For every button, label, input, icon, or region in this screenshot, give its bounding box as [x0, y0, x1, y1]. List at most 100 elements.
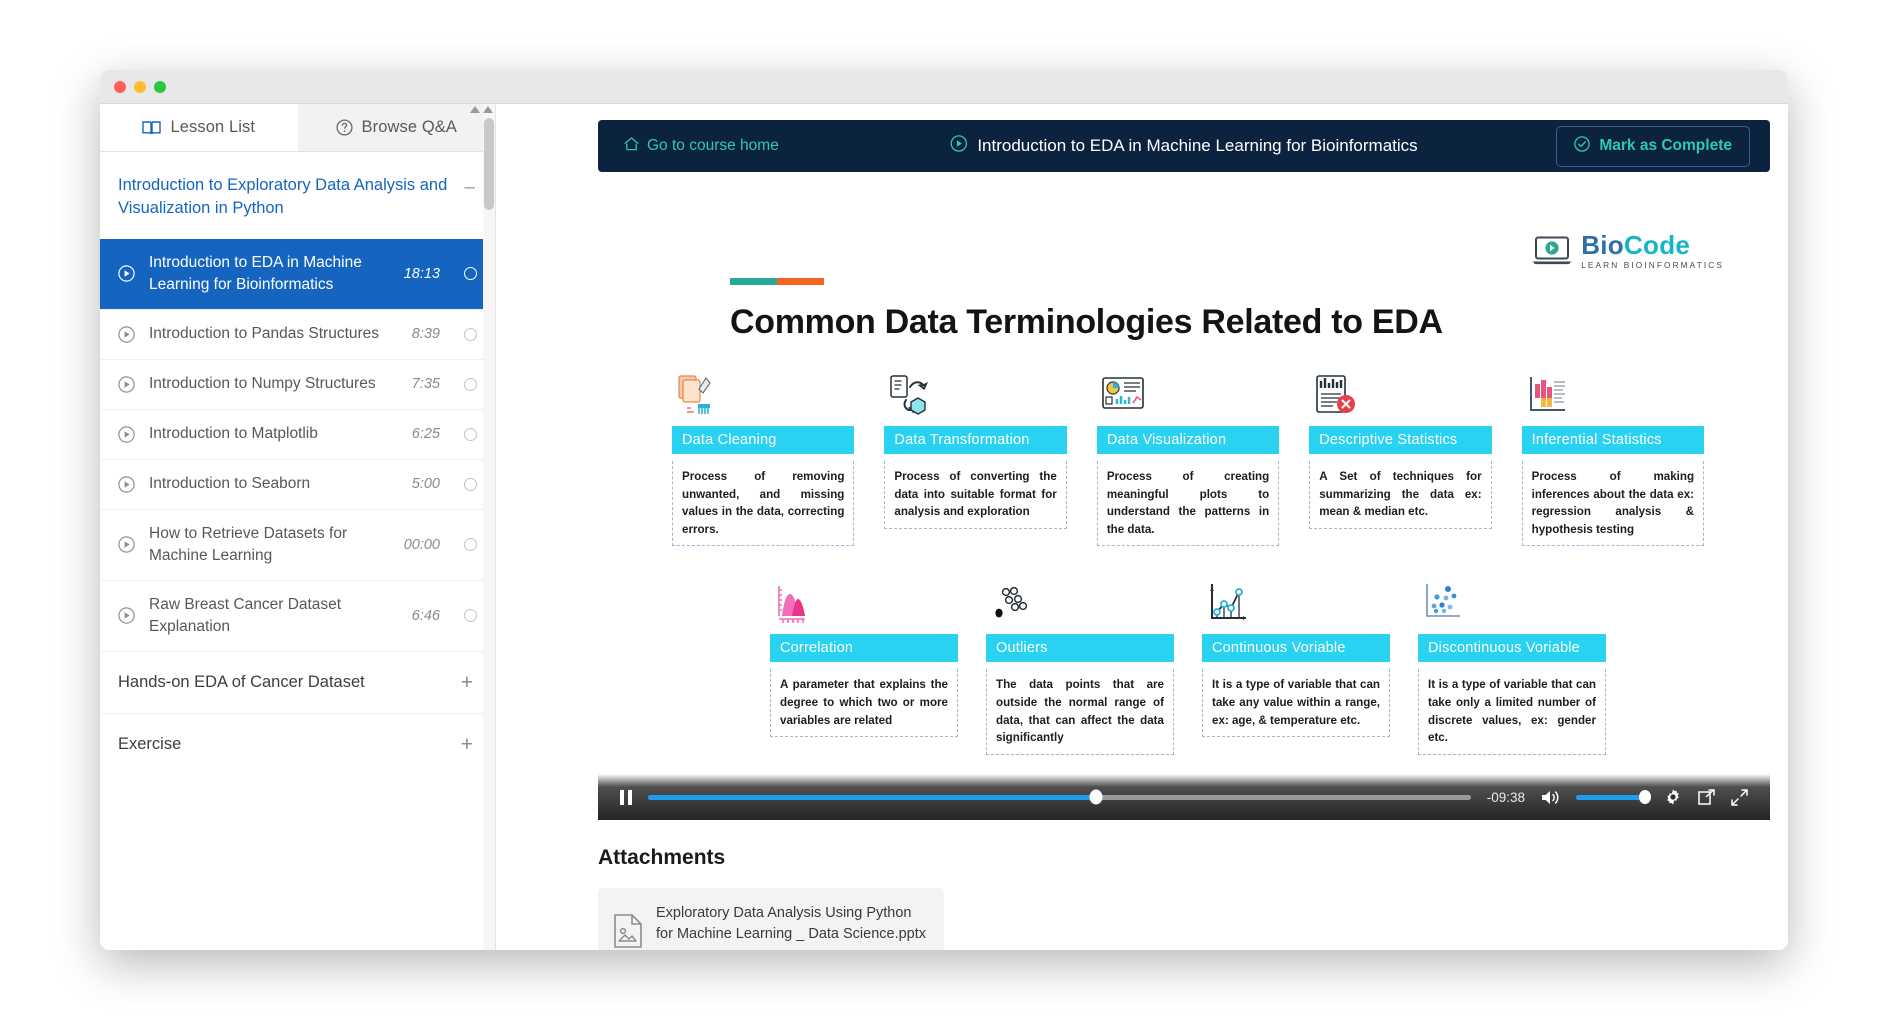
lesson-duration: 6:46 [412, 608, 440, 624]
attachment-item[interactable]: Exploratory Data Analysis Using Python f… [598, 888, 944, 950]
play-circle-icon [950, 135, 967, 157]
lesson-row[interactable]: Introduction to Matplotlib 6:25 [100, 409, 495, 459]
play-circle-icon [118, 376, 135, 393]
zoom-window-button[interactable] [154, 81, 166, 93]
card-description: It is a type of variable that can take o… [1418, 669, 1606, 754]
play-circle-icon [118, 326, 135, 343]
volume-high-icon[interactable] [1541, 789, 1560, 806]
outliers-icon [986, 580, 1174, 626]
scroll-arrows[interactable] [470, 106, 493, 113]
home-icon [624, 137, 639, 156]
video-player[interactable]: BioCode LEARN BIOINFORMATICS Common Data… [598, 180, 1770, 820]
lesson-row[interactable]: Introduction to Numpy Structures 7:35 [100, 359, 495, 409]
progress-bar-handle[interactable] [1090, 790, 1103, 805]
card-continuous-variable: Continuous Voriable It is a type of vari… [1202, 580, 1390, 754]
player-controls: -09:38 [598, 774, 1770, 820]
current-lesson-title: Introduction to EDA in Machine Learning … [977, 136, 1417, 156]
mark-as-complete-label: Mark as Complete [1599, 137, 1732, 155]
lesson-title: Introduction to Pandas Structures [149, 323, 398, 345]
browser-window: Lesson List Browse Q&A Introduction to E… [100, 70, 1788, 950]
gear-icon[interactable] [1664, 788, 1682, 806]
lesson-duration: 5:00 [412, 476, 440, 492]
lesson-row[interactable]: How to Retrieve Datasets for Machine Lea… [100, 509, 495, 580]
scroll-up-icon-2[interactable] [483, 106, 493, 113]
course-sidebar: Lesson List Browse Q&A Introduction to E… [100, 104, 496, 950]
play-circle-icon [118, 476, 135, 493]
play-circle-icon [118, 426, 135, 443]
main-content: Go to course home Introduction to EDA in… [496, 104, 1788, 950]
section-label: Exercise [118, 735, 181, 754]
card-description: Process of removing unwanted, and missin… [672, 461, 854, 546]
minimize-window-button[interactable] [134, 81, 146, 93]
lesson-complete-toggle[interactable] [464, 609, 477, 622]
card-heading: Data Visualization [1097, 426, 1279, 454]
time-remaining: -09:38 [1487, 790, 1525, 805]
lesson-title: Introduction to EDA in Machine Learning … [149, 252, 390, 296]
section-exercise[interactable]: Exercise + [100, 713, 495, 775]
app-body: Lesson List Browse Q&A Introduction to E… [100, 104, 1788, 950]
card-heading: Descriptive Statistics [1309, 426, 1491, 454]
attachments-heading: Attachments [598, 846, 1770, 870]
lesson-complete-toggle[interactable] [464, 267, 477, 280]
sidebar-scrollbar[interactable] [483, 104, 495, 950]
card-description: It is a type of variable that can take a… [1202, 669, 1390, 737]
card-discontinuous-variable: Discontinuous Voriable It is a type of v… [1418, 580, 1606, 754]
course-title-text: Introduction to Exploratory Data Analysi… [118, 176, 447, 217]
lesson-complete-toggle[interactable] [464, 478, 477, 491]
card-inferential-statistics: Inferential Statistics Process of making… [1522, 372, 1704, 546]
mark-as-complete-button[interactable]: Mark as Complete [1556, 126, 1750, 167]
data-transformation-icon [884, 372, 1066, 418]
window-titlebar [100, 70, 1788, 104]
card-description: Process of making inferences about the d… [1522, 461, 1704, 546]
course-title[interactable]: Introduction to Exploratory Data Analysi… [100, 152, 495, 239]
lesson-complete-toggle[interactable] [464, 378, 477, 391]
lesson-duration: 8:39 [412, 326, 440, 342]
card-data-cleaning: Data Cleaning Process of removing unwant… [672, 372, 854, 546]
tab-browse-qa-label: Browse Q&A [362, 118, 457, 137]
file-image-icon [614, 914, 642, 950]
fullscreen-icon[interactable] [1731, 789, 1748, 806]
collapse-section-icon[interactable]: – [464, 178, 475, 197]
card-description: A parameter that explains the degree to … [770, 669, 958, 737]
expand-section-icon[interactable]: + [461, 672, 473, 693]
question-circle-icon [336, 119, 353, 136]
data-cleaning-icon [672, 372, 854, 418]
volume-slider-filled [1576, 795, 1648, 800]
expand-section-icon[interactable]: + [461, 734, 473, 755]
volume-slider-handle[interactable] [1639, 790, 1651, 804]
sidebar-scrollbar-thumb[interactable] [484, 118, 494, 210]
card-heading: Discontinuous Voriable [1418, 634, 1606, 662]
scroll-up-icon[interactable] [470, 106, 480, 113]
section-label: Hands-on EDA of Cancer Dataset [118, 673, 365, 692]
data-visualization-icon [1097, 372, 1279, 418]
progress-bar[interactable] [648, 795, 1471, 800]
go-to-course-home-label: Go to course home [647, 137, 779, 155]
play-circle-icon [118, 265, 135, 282]
lesson-complete-toggle[interactable] [464, 428, 477, 441]
pause-button[interactable] [620, 790, 632, 805]
volume-slider[interactable] [1576, 795, 1648, 800]
progress-bar-filled [648, 795, 1096, 800]
picture-in-picture-icon[interactable] [1698, 789, 1715, 806]
biocode-logo: BioCode LEARN BIOINFORMATICS [1532, 232, 1724, 269]
lesson-row[interactable]: Raw Breast Cancer Dataset Explanation 6:… [100, 580, 495, 651]
inferential-statistics-icon [1522, 372, 1704, 418]
card-description: Process of converting the data into suit… [884, 461, 1066, 529]
lesson-duration: 6:25 [412, 426, 440, 442]
go-to-course-home-link[interactable]: Go to course home [624, 137, 779, 156]
tab-lesson-list[interactable]: Lesson List [100, 104, 298, 151]
lesson-row[interactable]: Introduction to Seaborn 5:00 [100, 459, 495, 509]
lesson-complete-toggle[interactable] [464, 328, 477, 341]
check-circle-icon [1574, 136, 1590, 157]
lesson-row[interactable]: Introduction to EDA in Machine Learning … [100, 239, 495, 309]
tab-browse-qa[interactable]: Browse Q&A [298, 104, 496, 151]
play-circle-icon [118, 536, 135, 553]
section-hands-on-eda[interactable]: Hands-on EDA of Cancer Dataset + [100, 651, 495, 713]
play-circle-icon [118, 607, 135, 624]
close-window-button[interactable] [114, 81, 126, 93]
card-data-transformation: Data Transformation Process of convertin… [884, 372, 1066, 546]
accent-bar-orange [777, 278, 824, 285]
accent-bar-teal [730, 278, 777, 285]
lesson-complete-toggle[interactable] [464, 538, 477, 551]
lesson-row[interactable]: Introduction to Pandas Structures 8:39 [100, 309, 495, 359]
